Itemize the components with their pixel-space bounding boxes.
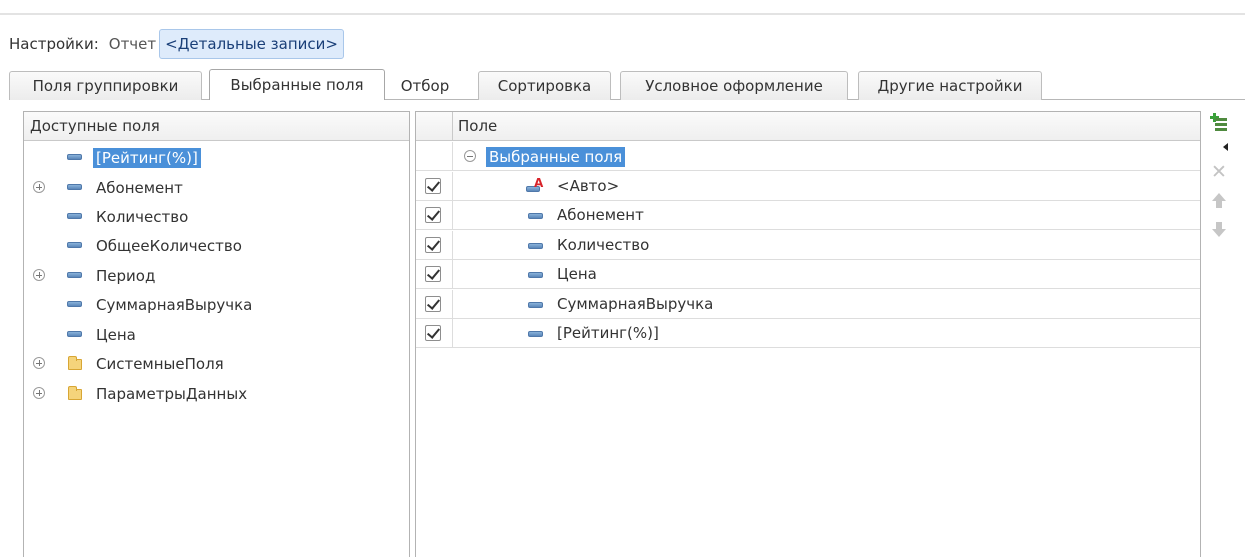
tab-conditional-appearance[interactable]: Условное оформление xyxy=(620,71,848,100)
field-icon xyxy=(67,184,82,190)
available-item-price[interactable]: Цена xyxy=(24,320,409,349)
field-icon xyxy=(67,272,82,278)
top-divider xyxy=(0,13,1245,15)
folder-icon xyxy=(68,386,82,400)
report-variant-selector[interactable]: <Детальные записи> xyxy=(159,29,344,59)
move-down-button[interactable] xyxy=(1208,219,1230,241)
add-field-button[interactable] xyxy=(1208,112,1230,134)
field-icon xyxy=(67,242,82,248)
field-icon xyxy=(67,154,82,160)
checkbox-column-header xyxy=(416,112,453,140)
available-item-label: СистемныеПоля xyxy=(96,354,224,373)
available-item-label: Цена xyxy=(96,325,136,344)
available-fields-panel: Доступные поля [Рейтинг(%)] Абонемент Ко… xyxy=(23,111,410,557)
available-fields-header: Доступные поля xyxy=(24,112,409,141)
collapse-minus-icon[interactable] xyxy=(464,150,476,162)
report-settings-window: Настройки: Отчет <Детальные записи> Поля… xyxy=(0,0,1245,557)
move-down-icon xyxy=(1212,222,1226,238)
available-item-label: ОбщееКоличество xyxy=(96,236,242,255)
tab-grouping-fields[interactable]: Поля группировки xyxy=(9,71,202,100)
include-checkbox[interactable] xyxy=(425,296,441,312)
selected-item-subscription[interactable]: Абонемент xyxy=(416,201,1200,230)
available-item-data-parameters[interactable]: ПараметрыДанных xyxy=(24,379,409,408)
include-checkbox[interactable] xyxy=(425,207,441,223)
selected-group-row[interactable]: Выбранные поля xyxy=(416,142,1200,171)
available-item-label: [Рейтинг(%)] xyxy=(93,147,201,168)
add-field-icon xyxy=(1210,113,1228,133)
add-menu-arrow-icon[interactable] xyxy=(1223,143,1228,151)
move-up-icon xyxy=(1212,193,1226,209)
report-label: Отчет xyxy=(108,35,157,53)
available-item-rating[interactable]: [Рейтинг(%)] xyxy=(24,143,409,172)
tab-other-settings[interactable]: Другие настройки xyxy=(858,71,1042,100)
selected-item-rating[interactable]: [Рейтинг(%)] xyxy=(416,319,1200,348)
selected-group-label: Выбранные поля xyxy=(486,147,626,167)
selected-fields-panel: Поле Выбранные поля A <Авто> Абонемент К… xyxy=(415,111,1201,557)
check-cell xyxy=(416,231,453,259)
tab-selected-fields[interactable]: Выбранные поля xyxy=(209,69,385,100)
available-item-label: Абонемент xyxy=(96,178,183,197)
include-checkbox[interactable] xyxy=(425,178,441,194)
available-item-system-fields[interactable]: СистемныеПоля xyxy=(24,349,409,378)
field-icon xyxy=(67,301,82,307)
field-icon xyxy=(528,243,543,249)
selected-item-label: Цена xyxy=(557,265,597,283)
delete-icon: ✕ xyxy=(1211,160,1227,183)
selected-item-label: [Рейтинг(%)] xyxy=(557,324,659,342)
available-item-total-revenue[interactable]: СуммарнаяВыручка xyxy=(24,290,409,319)
available-item-label: Количество xyxy=(96,207,189,226)
field-icon xyxy=(67,213,82,219)
field-icon xyxy=(528,302,543,308)
selected-fields-header: Поле xyxy=(416,112,1200,141)
check-cell xyxy=(416,201,453,229)
delete-button[interactable]: ✕ xyxy=(1208,161,1230,183)
check-cell xyxy=(416,172,453,200)
selected-item-auto[interactable]: A <Авто> xyxy=(416,172,1200,201)
selected-item-label: Абонемент xyxy=(557,206,644,224)
check-cell xyxy=(416,260,453,288)
expand-plus-icon[interactable] xyxy=(33,181,45,193)
expand-plus-icon[interactable] xyxy=(33,269,45,281)
expand-plus-icon[interactable] xyxy=(33,357,45,369)
move-up-button[interactable] xyxy=(1208,190,1230,212)
selected-item-label: СуммарнаяВыручка xyxy=(557,295,714,313)
selected-item-price[interactable]: Цена xyxy=(416,260,1200,289)
folder-icon xyxy=(68,356,82,370)
available-item-total-quantity[interactable]: ОбщееКоличество xyxy=(24,231,409,260)
available-item-period[interactable]: Период xyxy=(24,261,409,290)
field-icon xyxy=(528,272,543,278)
available-item-label: Период xyxy=(96,266,156,285)
selected-item-label: Количество xyxy=(557,236,650,254)
auto-field-icon: A xyxy=(526,176,543,194)
tab-sorting[interactable]: Сортировка xyxy=(478,71,611,100)
available-item-subscription[interactable]: Абонемент xyxy=(24,173,409,202)
field-icon xyxy=(67,331,82,337)
tab-filter[interactable]: Отбор xyxy=(389,71,461,100)
settings-row: Настройки: Отчет <Детальные записи> xyxy=(9,29,344,59)
empty-check-cell xyxy=(416,142,453,170)
settings-label: Настройки: xyxy=(9,35,99,53)
check-cell xyxy=(416,290,453,318)
selected-item-total-revenue[interactable]: СуммарнаяВыручка xyxy=(416,290,1200,319)
check-cell xyxy=(416,319,453,347)
settings-tabs: Поля группировки Выбранные поля Отбор Со… xyxy=(9,69,1245,100)
include-checkbox[interactable] xyxy=(425,266,441,282)
include-checkbox[interactable] xyxy=(425,237,441,253)
available-item-label: ПараметрыДанных xyxy=(96,384,248,403)
include-checkbox[interactable] xyxy=(425,325,441,341)
field-icon xyxy=(528,213,543,219)
selected-item-quantity[interactable]: Количество xyxy=(416,231,1200,260)
selected-item-label: <Авто> xyxy=(557,177,620,195)
expand-plus-icon[interactable] xyxy=(33,387,45,399)
field-icon xyxy=(528,331,543,337)
field-column-header: Поле xyxy=(458,117,498,135)
available-item-quantity[interactable]: Количество xyxy=(24,202,409,231)
available-item-label: СуммарнаяВыручка xyxy=(96,295,253,314)
